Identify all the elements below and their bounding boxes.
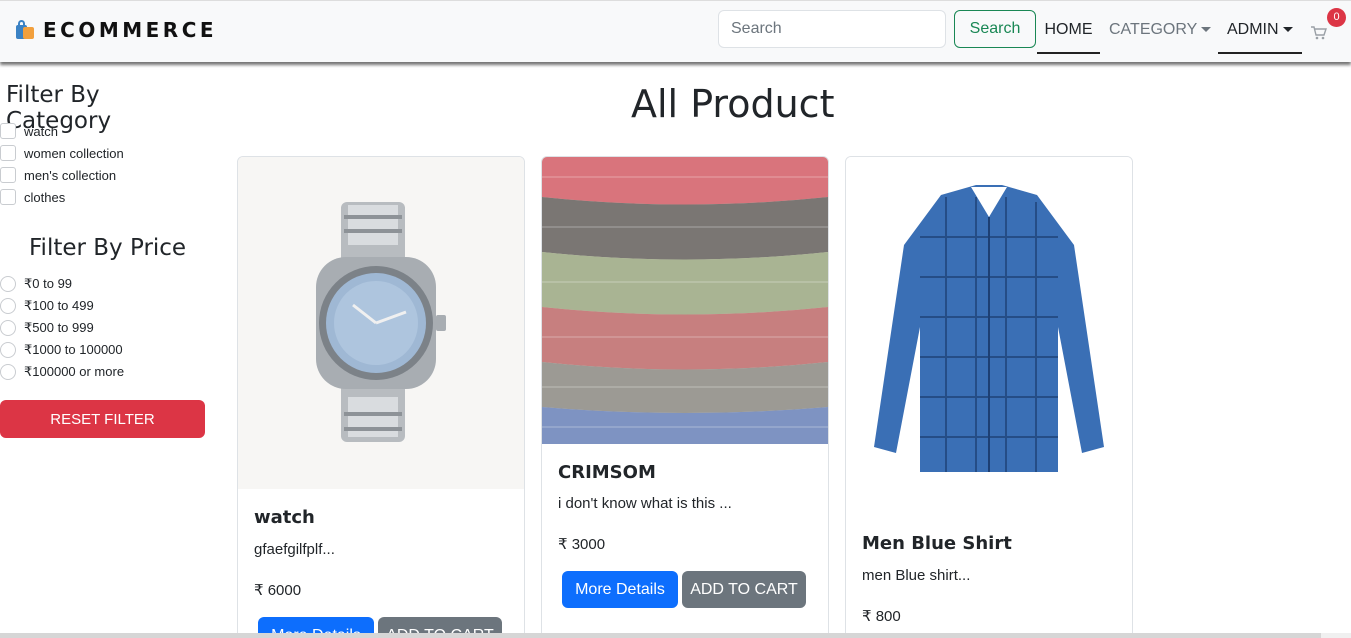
brand-text: ECOMMERCE — [43, 18, 218, 42]
product-price: ₹ 800 — [862, 608, 901, 625]
cart-icon[interactable] — [1311, 25, 1327, 44]
product-image-watch — [238, 157, 524, 489]
caret-down-icon — [1282, 27, 1293, 33]
price-option-500-999[interactable]: ₹500 to 999 — [0, 320, 94, 336]
scrollbar-corner — [1321, 633, 1351, 638]
product-name: CRIMSOM — [558, 462, 656, 483]
product-price: ₹ 6000 — [254, 582, 302, 599]
nav-admin-dropdown[interactable]: ADMIN — [1218, 21, 1302, 54]
price-option-100-499[interactable]: ₹100 to 499 — [0, 298, 94, 314]
checkbox[interactable] — [0, 145, 16, 161]
radio[interactable] — [0, 276, 16, 292]
product-name: watch — [254, 507, 315, 528]
radio[interactable] — [0, 342, 16, 358]
checkbox[interactable] — [0, 167, 16, 183]
price-option-label: ₹0 to 99 — [24, 276, 73, 291]
product-image-crimsom — [542, 157, 828, 444]
category-option-label: women collection — [24, 145, 124, 161]
brand-link[interactable]: ECOMMERCE — [14, 18, 217, 42]
product-description: gfaefgilfplf... — [254, 541, 335, 558]
radio[interactable] — [0, 298, 16, 314]
nav-home-link[interactable]: HOME — [1037, 21, 1100, 54]
search-input[interactable] — [718, 10, 946, 48]
radio[interactable] — [0, 364, 16, 380]
product-card: watch gfaefgilfplf... ₹ 6000 More Detail… — [237, 156, 525, 638]
reset-filter-button[interactable]: RESET FILTER — [0, 400, 205, 438]
price-option-1000-100000[interactable]: ₹1000 to 100000 — [0, 342, 123, 358]
category-option-label: clothes — [24, 189, 66, 205]
search-button[interactable]: Search — [954, 10, 1036, 48]
category-option-women[interactable]: women collection — [0, 145, 124, 161]
add-to-cart-button[interactable]: ADD TO CART — [682, 571, 806, 608]
checkbox[interactable] — [0, 123, 16, 139]
product-description: i don't know what is this ... — [558, 495, 732, 512]
product-name: Men Blue Shirt — [862, 533, 1012, 554]
cart-count-badge: 0 — [1327, 8, 1346, 27]
more-details-button[interactable]: More Details — [562, 571, 678, 608]
price-option-label: ₹100000 or more — [24, 364, 125, 379]
shopping-bag-icon — [14, 19, 36, 41]
price-option-label: ₹1000 to 100000 — [24, 342, 123, 357]
caret-down-icon — [1201, 27, 1212, 33]
navbar: ECOMMERCE Search HOME CATEGORY ADMIN 0 — [0, 0, 1351, 62]
nav-category-label: CATEGORY — [1109, 21, 1198, 38]
category-option-label: watch — [24, 123, 58, 139]
product-description: men Blue shirt... — [862, 567, 971, 584]
product-card: Men Blue Shirt men Blue shirt... ₹ 800 — [845, 156, 1133, 638]
product-price: ₹ 3000 — [558, 536, 606, 553]
page-title: All Product — [631, 82, 835, 126]
product-card: CRIMSOM i don't know what is this ... ₹ … — [541, 156, 829, 638]
nav-admin-label: ADMIN — [1227, 21, 1279, 38]
checkbox[interactable] — [0, 189, 16, 205]
category-option-clothes[interactable]: clothes — [0, 189, 65, 205]
category-option-watch[interactable]: watch — [0, 123, 58, 139]
price-option-label: ₹100 to 499 — [24, 298, 94, 313]
price-option-100000-plus[interactable]: ₹100000 or more — [0, 364, 124, 380]
price-filter-title: Filter By Price — [29, 235, 187, 261]
product-image-shirt — [846, 157, 1132, 512]
horizontal-scrollbar[interactable] — [0, 633, 1351, 638]
price-option-0-99[interactable]: ₹0 to 99 — [0, 276, 72, 292]
price-option-label: ₹500 to 999 — [24, 320, 94, 335]
radio[interactable] — [0, 320, 16, 336]
category-option-label: men's collection — [24, 167, 117, 183]
nav-category-dropdown[interactable]: CATEGORY — [1109, 21, 1212, 39]
category-option-men[interactable]: men's collection — [0, 167, 116, 183]
nav-home-label: HOME — [1044, 21, 1093, 38]
